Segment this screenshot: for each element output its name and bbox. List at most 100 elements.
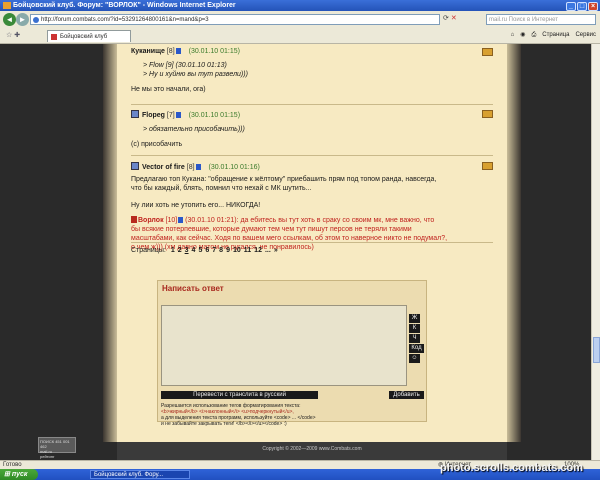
moderator-icon [131,216,137,223]
address-url: http://forum.combats.com/?id=53291264800… [41,17,209,23]
page-border-left [103,44,117,442]
counter-line: рейтинг [40,454,55,459]
translit-button[interactable]: Перевести с транслита в русский [161,391,318,399]
post-text-line: Предлагаю топ Кукана: "обращение к жёлто… [131,176,437,183]
add-favorites-icon[interactable]: ✚ [14,32,20,39]
post-date: (30.01.10 01:15) [188,48,240,55]
tab-label: Бойцовский клуб [60,34,108,40]
start-button[interactable]: ⊞ пуск [0,469,38,480]
forum-page: Куканище [8] (30.01.10 01:15) > Flow [9]… [117,44,507,442]
page-link[interactable]: 12 [254,247,262,254]
page-link[interactable]: 7 [212,247,216,254]
post-author[interactable]: Vector of fire [142,164,185,171]
maximize-button[interactable]: □ [577,2,587,11]
reply-form-title: Написать ответ [162,284,224,293]
minimize-button[interactable]: _ [566,2,576,11]
refresh-icon[interactable]: ⟳ [443,15,449,22]
info-icon[interactable] [178,217,184,223]
page-menu[interactable]: Страница [542,32,569,38]
underline-button[interactable]: Ч [409,334,420,343]
pagination-label: Страницы: [131,247,166,254]
search-input[interactable]: mail.ru Поиск в Интернет [486,14,596,25]
post-text-line: что бы каждый, блять, помнил что нехай с… [131,185,312,192]
post-header: Куканище [8] (30.01.10 01:15) [131,48,493,55]
quote-line: > Ну и хуйню вы тут развели))) [143,71,248,78]
favorites-star-icon[interactable]: ☆ [6,32,12,39]
print-icon[interactable]: ⎙ [531,32,536,38]
scrollbar-thumb[interactable] [593,337,600,363]
address-field[interactable]: http://forum.combats.com/?id=53291264800… [30,14,440,25]
bold-button[interactable]: Ж [409,314,420,323]
copyright-text: Copyright © 2002—2009 www.Combats.com [262,446,362,452]
forum-post: Куканище [8] (30.01.10 01:15) > Flow [9]… [131,48,493,94]
window-titlebar: Бойцовский клуб. Форум: "ВОРЛОК" - Windo… [0,0,600,11]
service-menu[interactable]: Сервис [575,32,596,38]
moderator-level: [10] [165,217,178,224]
page-link[interactable]: 4 [192,247,196,254]
info-icon[interactable] [175,48,181,54]
post-header: Vector of fire [8] (30.01.10 01:16) [131,162,493,171]
post-author[interactable]: Куканище [131,48,165,55]
moderator-author[interactable]: Ворлок [138,217,164,224]
feeds-icon[interactable]: ◉ [520,32,525,38]
pagination: Страницы: 1 2 3 4 5 6 7 8 9 10 11 12...» [131,247,281,254]
stop-icon[interactable]: ✕ [451,15,457,22]
post-text: Ну лии хоть не утопить его... НИКОГДА! [131,202,261,209]
reply-textarea[interactable] [161,305,407,386]
page-link[interactable]: 8 [219,247,223,254]
reply-form: Написать ответ Ж К Ч Код ☺ Перевести с т… [157,280,427,427]
post-author[interactable]: Flopeg [142,112,165,119]
format-hint: Разрешается использование тегов форматир… [161,403,316,427]
forum-post: Flopeg [7] (30.01.10 01:15) > обязательн… [131,110,493,149]
post-divider [131,242,493,243]
page-link[interactable]: 9 [226,247,230,254]
post-level: [8] [186,164,195,171]
page-link[interactable]: 11 [244,247,251,254]
page-ellipsis[interactable]: ... [265,247,271,254]
quote-line: > обязательно присобачить))) [143,126,245,133]
page-link[interactable]: 10 [233,247,241,254]
page-link[interactable]: 6 [205,247,209,254]
page-link[interactable]: 1 [171,247,175,254]
vertical-scrollbar[interactable] [591,44,600,460]
address-toolbar: ◄ ► http://forum.combats.com/?id=5329126… [0,11,600,30]
post-quote: > Flow [9] (30.01.10 01:13) > Ну и хуйню… [143,61,493,79]
forward-button[interactable]: ► [16,13,29,26]
info-icon[interactable] [175,112,181,118]
page-link[interactable]: 2 [178,247,182,254]
reply-icon[interactable] [482,162,493,170]
forum-post: Vector of fire [8] (30.01.10 01:16) Пред… [131,162,493,252]
page-icon [33,17,39,23]
post-level: [8] [166,48,175,55]
reply-icon[interactable] [482,48,493,56]
next-page-link[interactable]: » [274,247,278,254]
rating-counter[interactable]: ПОИСК 451 001 462 mail.ru рейтинг [38,437,76,459]
counter-line: ПОИСК 451 001 462 [40,439,70,449]
reply-icon[interactable] [482,110,493,118]
hint-line: и не забывайте закрывать теги! </b></i><… [161,421,287,427]
info-icon[interactable] [195,164,201,170]
smiley-button[interactable]: ☺ [409,354,420,363]
post-date: (30.01.10 01:16) [208,164,260,171]
post-divider [131,155,493,156]
post-quote: > обязательно присобачить))) [143,125,493,134]
page-link[interactable]: 5 [198,247,202,254]
moderator-date: (30.01.10 01:21): [185,217,239,224]
start-label: пуск [11,471,28,478]
search-placeholder: mail.ru Поиск в Интернет [489,17,558,23]
code-button[interactable]: Код [409,344,424,353]
home-icon[interactable]: ⌂ [511,32,515,38]
add-button[interactable]: Добавить [389,391,424,399]
italic-button[interactable]: К [409,324,420,333]
moderator-text-line: бы всякие потерпевшие, которые думают те… [131,226,412,233]
format-buttons: Ж К Ч Код ☺ [409,314,424,364]
page-current: 3 [184,247,189,254]
taskbar-item-label: Бойцовский клуб. Фору... [94,472,164,478]
back-button[interactable]: ◄ [3,13,16,26]
watermark: photo.scrolls.combats.com [440,462,584,474]
tab-combats-forum[interactable]: Бойцовский клуб [47,30,131,42]
post-date: (30.01.10 01:15) [188,112,241,119]
tab-toolbar: ☆ ✚ Бойцовский клуб ⌂ ◉ ⎙ Страница Сервис [0,29,600,44]
close-button[interactable]: × [588,2,598,11]
taskbar-item-ie[interactable]: Бойцовский клуб. Фору... [90,470,190,479]
